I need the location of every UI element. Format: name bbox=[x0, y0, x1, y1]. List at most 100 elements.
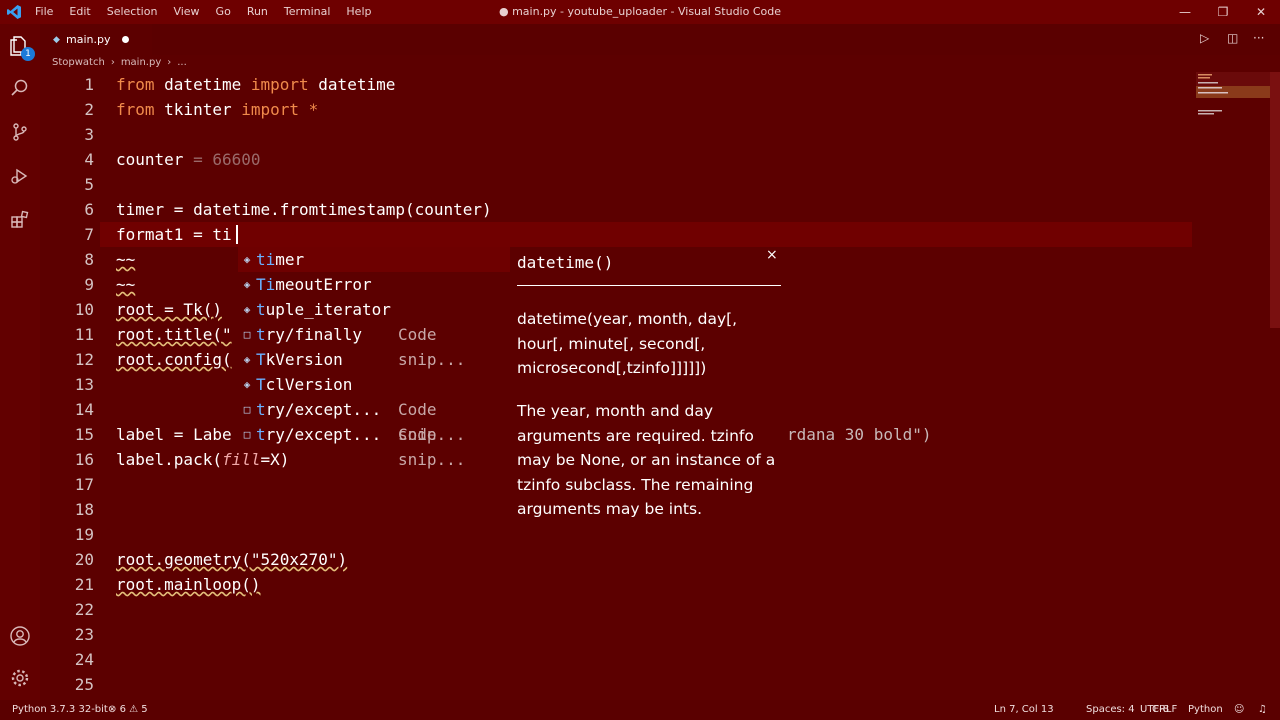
tab-label: main.py bbox=[66, 33, 111, 46]
suggestion-label: try/except... bbox=[256, 400, 382, 419]
breadcrumb-folder[interactable]: Stopwatch bbox=[52, 55, 105, 71]
cursor-position[interactable]: Ln 7, Col 13 bbox=[994, 700, 1054, 720]
code-line-25[interactable] bbox=[116, 672, 1196, 697]
suggestion-item[interactable]: ◈ TclVersion bbox=[238, 372, 510, 397]
line-number: 9 bbox=[84, 275, 94, 294]
code-line-24[interactable] bbox=[116, 647, 1196, 672]
keyword: import bbox=[250, 75, 309, 94]
breadcrumb: Stopwatch › main.py › ... bbox=[52, 55, 187, 71]
snippet-icon: □ bbox=[243, 428, 251, 441]
line-number: 17 bbox=[74, 475, 94, 494]
code-token: = bbox=[183, 150, 213, 169]
line-number: 13 bbox=[74, 375, 94, 394]
code-line-20[interactable]: root.geometry("520x270") bbox=[116, 547, 1196, 572]
code-line-4[interactable]: counter = 66600 bbox=[116, 147, 1196, 172]
warning-count: 5 bbox=[141, 704, 148, 715]
problems-indicator[interactable]: ⊗ 6 ⚠ 5 bbox=[108, 700, 148, 720]
settings-gear-icon[interactable] bbox=[8, 666, 32, 690]
code-line-3[interactable] bbox=[116, 122, 1196, 147]
suggestion-item[interactable]: ◈ timer bbox=[238, 247, 510, 272]
doc-description: The year, month and day arguments are re… bbox=[517, 402, 776, 518]
more-actions-icon[interactable]: ··· bbox=[1253, 31, 1264, 45]
search-icon[interactable] bbox=[8, 76, 32, 100]
feedback-icon[interactable]: ☺ bbox=[1234, 700, 1244, 720]
line-number: 20 bbox=[74, 550, 94, 569]
files-icon[interactable]: 1 bbox=[8, 34, 35, 61]
error-count: 6 bbox=[119, 704, 126, 715]
split-editor-icon[interactable]: ◫ bbox=[1227, 31, 1238, 45]
line-number: 1 bbox=[84, 75, 94, 94]
suggestion-label: TclVersion bbox=[256, 375, 353, 394]
editor-scrollbar[interactable] bbox=[1270, 72, 1280, 328]
activity-bar: 1 bbox=[0, 24, 40, 700]
code-token: label.pack( bbox=[116, 450, 222, 469]
run-debug-icon[interactable] bbox=[8, 164, 32, 188]
menu-selection[interactable]: Selection bbox=[99, 0, 166, 24]
code-token: tkinter bbox=[154, 100, 242, 119]
python-interpreter[interactable]: Python 3.7.3 32-bit bbox=[12, 700, 108, 720]
code-line-23[interactable] bbox=[116, 622, 1196, 647]
end-of-line[interactable]: CRLF bbox=[1152, 700, 1177, 720]
code-token: root = Tk() bbox=[116, 300, 222, 319]
suggestion-item[interactable]: □ try/except... Code snip... bbox=[238, 397, 510, 444]
code-line-1[interactable]: from datetime import datetime bbox=[116, 72, 1196, 97]
source-control-icon[interactable] bbox=[8, 120, 32, 144]
menu-go[interactable]: Go bbox=[208, 0, 239, 24]
line-number: 11 bbox=[74, 325, 94, 344]
run-file-icon[interactable]: ▷ bbox=[1200, 31, 1209, 45]
menu-view[interactable]: View bbox=[165, 0, 207, 24]
restore-button[interactable]: ❐ bbox=[1204, 0, 1242, 24]
line-number: 19 bbox=[74, 525, 94, 544]
suggestion-item[interactable]: ◈ TkVersion bbox=[238, 347, 510, 372]
code-line-5[interactable] bbox=[116, 172, 1196, 197]
class-icon: ◈ bbox=[243, 303, 251, 316]
code-token: counter bbox=[116, 150, 184, 169]
line-number: 6 bbox=[84, 200, 94, 219]
breadcrumb-symbol[interactable]: ... bbox=[177, 55, 187, 71]
keyword: import bbox=[241, 100, 300, 119]
indentation[interactable]: Spaces: 4 bbox=[1086, 700, 1135, 720]
menu-run[interactable]: Run bbox=[239, 0, 276, 24]
menu-file[interactable]: File bbox=[27, 0, 61, 24]
code-token: root.geometry("520x270") bbox=[116, 550, 348, 569]
account-icon[interactable] bbox=[8, 624, 32, 648]
suggestion-item[interactable]: □ try/except... Code snip... bbox=[238, 422, 510, 469]
notifications-bell-icon[interactable]: ♫ bbox=[1258, 700, 1267, 720]
variable-icon: ◈ bbox=[243, 353, 251, 366]
suggestion-item[interactable]: □ try/finally Code snip... bbox=[238, 322, 510, 369]
line-number: 3 bbox=[84, 125, 94, 144]
minimap[interactable] bbox=[1196, 72, 1270, 132]
code-token: datetime bbox=[154, 75, 251, 94]
menu-help[interactable]: Help bbox=[338, 0, 379, 24]
code-line-7[interactable]: format1 = ti bbox=[116, 222, 1196, 247]
code-line-6[interactable]: timer = datetime.fromtimestamp(counter) bbox=[116, 197, 1196, 222]
menu-edit[interactable]: Edit bbox=[61, 0, 98, 24]
close-docs-icon[interactable]: × bbox=[766, 247, 778, 263]
menu-bar: File Edit Selection View Go Run Terminal… bbox=[27, 0, 379, 24]
line-number: 25 bbox=[74, 675, 94, 694]
close-window-button[interactable]: ✕ bbox=[1242, 0, 1280, 24]
unsaved-dot-icon[interactable] bbox=[122, 36, 129, 43]
suggestion-item[interactable]: ◈ tuple_iterator bbox=[238, 297, 510, 322]
language-mode[interactable]: Python bbox=[1188, 700, 1223, 720]
suggestion-label: TimeoutError bbox=[256, 275, 372, 294]
vscode-logo-icon bbox=[7, 5, 21, 19]
code-line-22[interactable] bbox=[116, 597, 1196, 622]
breadcrumb-file[interactable]: main.py bbox=[121, 55, 161, 71]
minimize-button[interactable]: — bbox=[1166, 0, 1204, 24]
code-token: ~~ bbox=[116, 275, 136, 294]
extensions-icon[interactable] bbox=[8, 208, 32, 232]
suggestion-item[interactable]: ◈ TimeoutError bbox=[238, 272, 510, 297]
text-cursor bbox=[236, 225, 238, 244]
code-line-2[interactable]: from tkinter import * bbox=[116, 97, 1196, 122]
code-line-21[interactable]: root.mainloop() bbox=[116, 572, 1196, 597]
line-number: 2 bbox=[84, 100, 94, 119]
code-token: datetime bbox=[308, 75, 396, 94]
menu-terminal[interactable]: Terminal bbox=[276, 0, 339, 24]
code-line-19[interactable] bbox=[116, 522, 1196, 547]
variable-icon: ◈ bbox=[243, 253, 251, 266]
tab-main-py[interactable]: ◆ main.py bbox=[40, 24, 152, 55]
doc-detail: datetime(year, month, day[, hour[, minut… bbox=[517, 310, 738, 377]
code-token: root.mainloop() bbox=[116, 575, 261, 594]
variable-icon: ◈ bbox=[243, 378, 251, 391]
